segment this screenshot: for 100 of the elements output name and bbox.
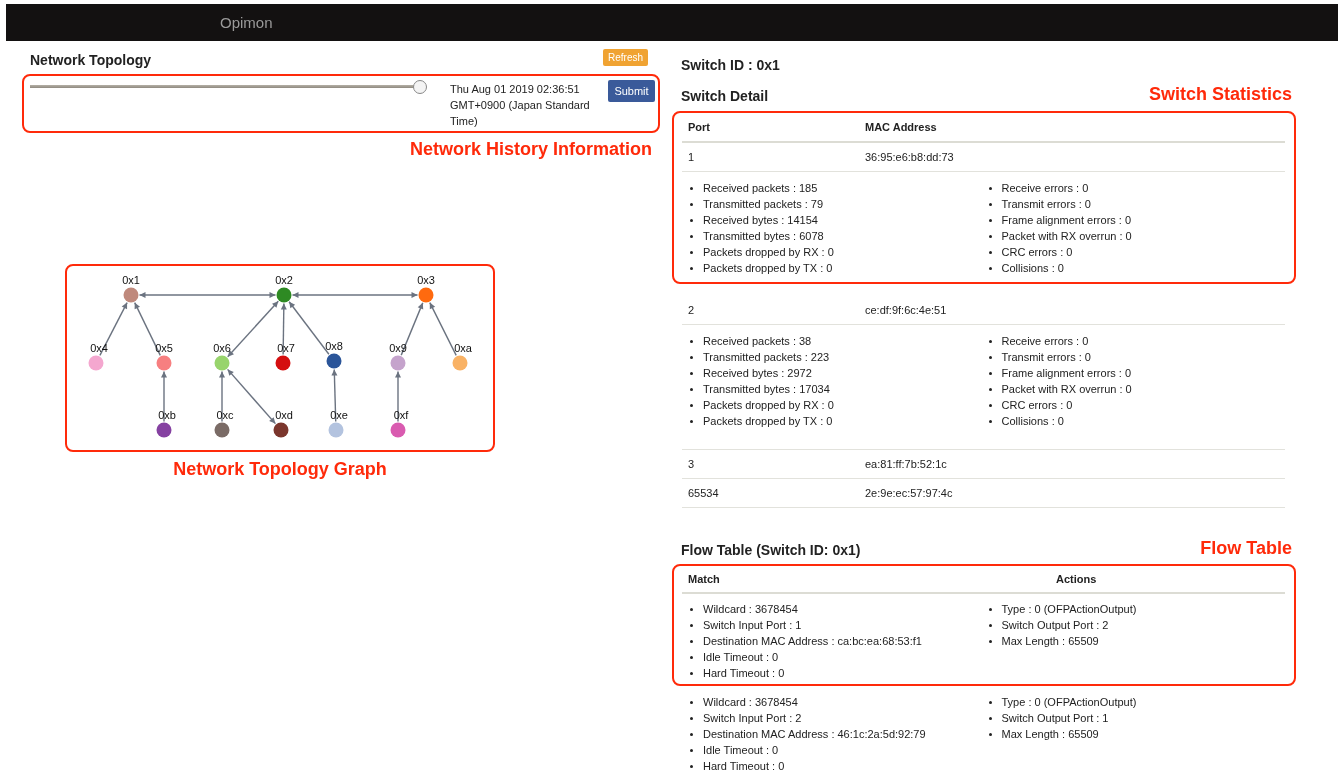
bullet-icon <box>988 250 992 254</box>
node-label: 0x1 <box>122 274 140 286</box>
bullet-icon <box>690 700 693 704</box>
bullet-icon <box>690 218 693 222</box>
annotation-label: Network Topology Graph <box>172 459 388 480</box>
bullet-icon <box>988 234 992 238</box>
bullet-icon <box>988 639 992 643</box>
bullet-icon <box>690 748 693 752</box>
list-item: Hard Timeout : 0 <box>703 759 785 774</box>
column-header: MAC Address <box>865 121 937 133</box>
list-item: Transmitted bytes : 6078 <box>703 229 824 244</box>
list-item: Destination MAC Address : 46:1c:2a:5d:92:79 <box>703 727 926 742</box>
table-cell: 2e:9e:ec:57:97:4c <box>865 487 953 499</box>
table-cell: ce:df:9f:6c:4e:51 <box>865 304 947 316</box>
bullet-icon <box>690 202 693 206</box>
list-item: Hard Timeout : 0 <box>703 666 785 681</box>
bullet-icon <box>690 716 693 720</box>
list-item: Switch Output Port : 1 <box>1001 711 1109 726</box>
bullet-icon <box>690 607 693 611</box>
bullet-icon <box>988 266 992 270</box>
list-item: Packets dropped by RX : 0 <box>703 245 834 260</box>
bullet-icon <box>988 387 992 391</box>
node-label: 0xf <box>393 409 409 421</box>
list-item: Received packets : 38 <box>703 334 812 349</box>
bullet-icon <box>690 623 693 627</box>
list-item: Transmitted bytes : 17034 <box>703 382 830 397</box>
submit-button[interactable]: Submit <box>608 80 655 102</box>
node-label: 0x4 <box>90 342 108 354</box>
list-item: Packets dropped by TX : 0 <box>703 261 833 276</box>
section-title: Switch ID : 0x1 <box>681 57 781 73</box>
list-item: Transmit errors : 0 <box>1001 197 1091 212</box>
annotation-label: Network History Information <box>408 139 652 160</box>
bullet-icon <box>988 403 992 407</box>
table-cell-text: 3 <box>687 458 696 470</box>
node-label: 0x2 <box>275 274 293 286</box>
bullet-icon <box>988 339 992 343</box>
list-item: Switch Input Port : 1 <box>703 618 802 633</box>
list-item: Received packets : 185 <box>703 181 818 196</box>
node-label: 0xd <box>275 409 293 421</box>
table-cell-text: 1 <box>687 151 696 163</box>
list-item: Wildcard : 3678454 <box>703 602 798 617</box>
list-item: Collisions : 0 <box>1001 261 1064 276</box>
list-item: Receive errors : 0 <box>1001 334 1089 349</box>
slider-thumb[interactable] <box>413 80 427 94</box>
list-item: CRC errors : 0 <box>1001 245 1073 260</box>
table-cell-text: 2 <box>687 304 696 316</box>
bullet-icon <box>690 403 693 407</box>
table-cell: 36:95:e6:b8:dd:73 <box>865 151 954 163</box>
table-cell-text: 65534 <box>687 487 720 499</box>
node-label: 0xb <box>158 409 176 421</box>
bullet-icon <box>690 655 693 659</box>
bullet-icon <box>690 387 693 391</box>
section-title: Switch Detail <box>681 88 769 104</box>
list-item: Transmitted packets : 79 <box>703 197 824 212</box>
bullet-icon <box>690 266 693 270</box>
column-header: Port <box>687 121 711 133</box>
bullet-icon <box>690 419 693 423</box>
section-title: Flow Table (Switch ID: 0x1) <box>681 542 861 558</box>
bullet-icon <box>690 186 693 190</box>
bullet-icon <box>988 355 992 359</box>
list-item: Packet with RX overrun : 0 <box>1001 382 1132 397</box>
bullet-icon <box>690 234 693 238</box>
node-label: 0x7 <box>277 342 295 354</box>
list-item: Received bytes : 14154 <box>703 213 818 228</box>
list-item: Transmitted packets : 223 <box>703 350 830 365</box>
bullet-icon <box>988 607 992 611</box>
list-item: Receive errors : 0 <box>1001 181 1089 196</box>
list-item: Max Length : 65509 <box>1001 634 1099 649</box>
bullet-icon <box>690 639 693 643</box>
bullet-icon <box>690 339 693 343</box>
list-item: Idle Timeout : 0 <box>703 650 779 665</box>
timestamp: Thu Aug 01 2019 02:36:51 GMT+0900 (Japan Standard Time) <box>450 82 591 129</box>
list-item: Max Length : 65509 <box>1001 727 1099 742</box>
list-item: Packets dropped by TX : 0 <box>703 414 833 429</box>
bullet-icon <box>988 419 992 423</box>
bullet-icon <box>988 700 992 704</box>
list-item: Destination MAC Address : ca:bc:ea:68:53:f1 <box>703 634 922 649</box>
list-item: Switch Output Port : 2 <box>1001 618 1109 633</box>
bullet-icon <box>690 732 693 736</box>
list-item: Frame alignment errors : 0 <box>1001 213 1132 228</box>
node-label: 0x8 <box>325 340 343 352</box>
bullet-icon <box>988 623 992 627</box>
list-item: Packet with RX overrun : 0 <box>1001 229 1132 244</box>
node-label: 0x5 <box>155 342 173 354</box>
column-header: Actions <box>1056 573 1097 585</box>
list-item: Frame alignment errors : 0 <box>1001 366 1132 381</box>
list-item: Packets dropped by RX : 0 <box>703 398 834 413</box>
list-item: Transmit errors : 0 <box>1001 350 1091 365</box>
annotation-label: Switch Statistics <box>1148 84 1292 104</box>
bullet-icon <box>690 671 693 675</box>
node-label: 0xc <box>216 409 234 421</box>
node-label: 0x3 <box>417 274 435 286</box>
bullet-icon <box>988 716 992 720</box>
brand-name[interactable]: Opimon <box>220 14 273 31</box>
bullet-icon <box>690 250 693 254</box>
node-label: 0x6 <box>213 342 231 354</box>
list-item: Idle Timeout : 0 <box>703 743 779 758</box>
list-item: Type : 0 (OFPActionOutput) <box>1001 695 1137 710</box>
list-item: Type : 0 (OFPActionOutput) <box>1001 602 1137 617</box>
list-item: Collisions : 0 <box>1001 414 1064 429</box>
